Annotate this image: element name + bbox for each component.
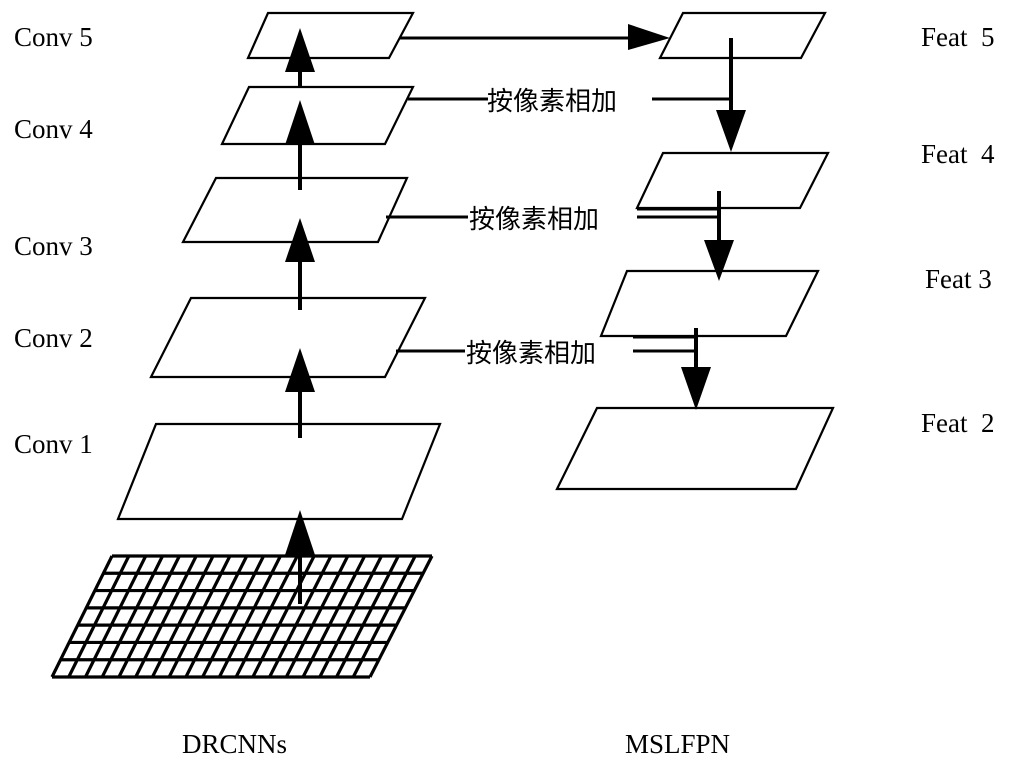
down-arrow-feat3-to-feat2 xyxy=(681,328,711,410)
feat4-plane xyxy=(635,151,830,210)
conv1-plane xyxy=(116,422,442,521)
merge-label-1: 按像素相加 xyxy=(487,87,617,117)
merge-label-3: 按像素相加 xyxy=(466,339,596,369)
drcnns-caption: DRCNNs xyxy=(182,729,287,759)
feat5-plane xyxy=(658,11,827,60)
lateral-arrow-conv5-to-feat5 xyxy=(400,24,670,50)
merge-label-2: 按像素相加 xyxy=(469,205,599,235)
input-grid xyxy=(50,554,434,679)
mslfpn-caption: MSLFPN xyxy=(625,729,730,759)
feat2-plane xyxy=(555,406,835,491)
feat2-label: Feat 2 xyxy=(921,408,995,438)
conv2-label: Conv 2 xyxy=(14,323,93,353)
feat3-label: Feat 3 xyxy=(925,264,992,294)
feat5-label: Feat 5 xyxy=(921,22,995,52)
feat4-label: Feat 4 xyxy=(921,139,995,169)
conv5-plane xyxy=(246,11,415,60)
conv3-plane xyxy=(181,176,409,244)
conv3-label: Conv 3 xyxy=(14,231,93,261)
fpn-diagram: 按像素相加 按像素相加 按像素相加 Conv 5 Conv 4 Conv 3 C… xyxy=(14,11,995,759)
conv2-plane xyxy=(149,296,427,379)
feat3-plane xyxy=(599,269,820,338)
conv1-label: Conv 1 xyxy=(14,429,93,459)
conv4-plane xyxy=(220,85,415,146)
conv4-label: Conv 4 xyxy=(14,114,93,144)
conv5-label: Conv 5 xyxy=(14,22,93,52)
